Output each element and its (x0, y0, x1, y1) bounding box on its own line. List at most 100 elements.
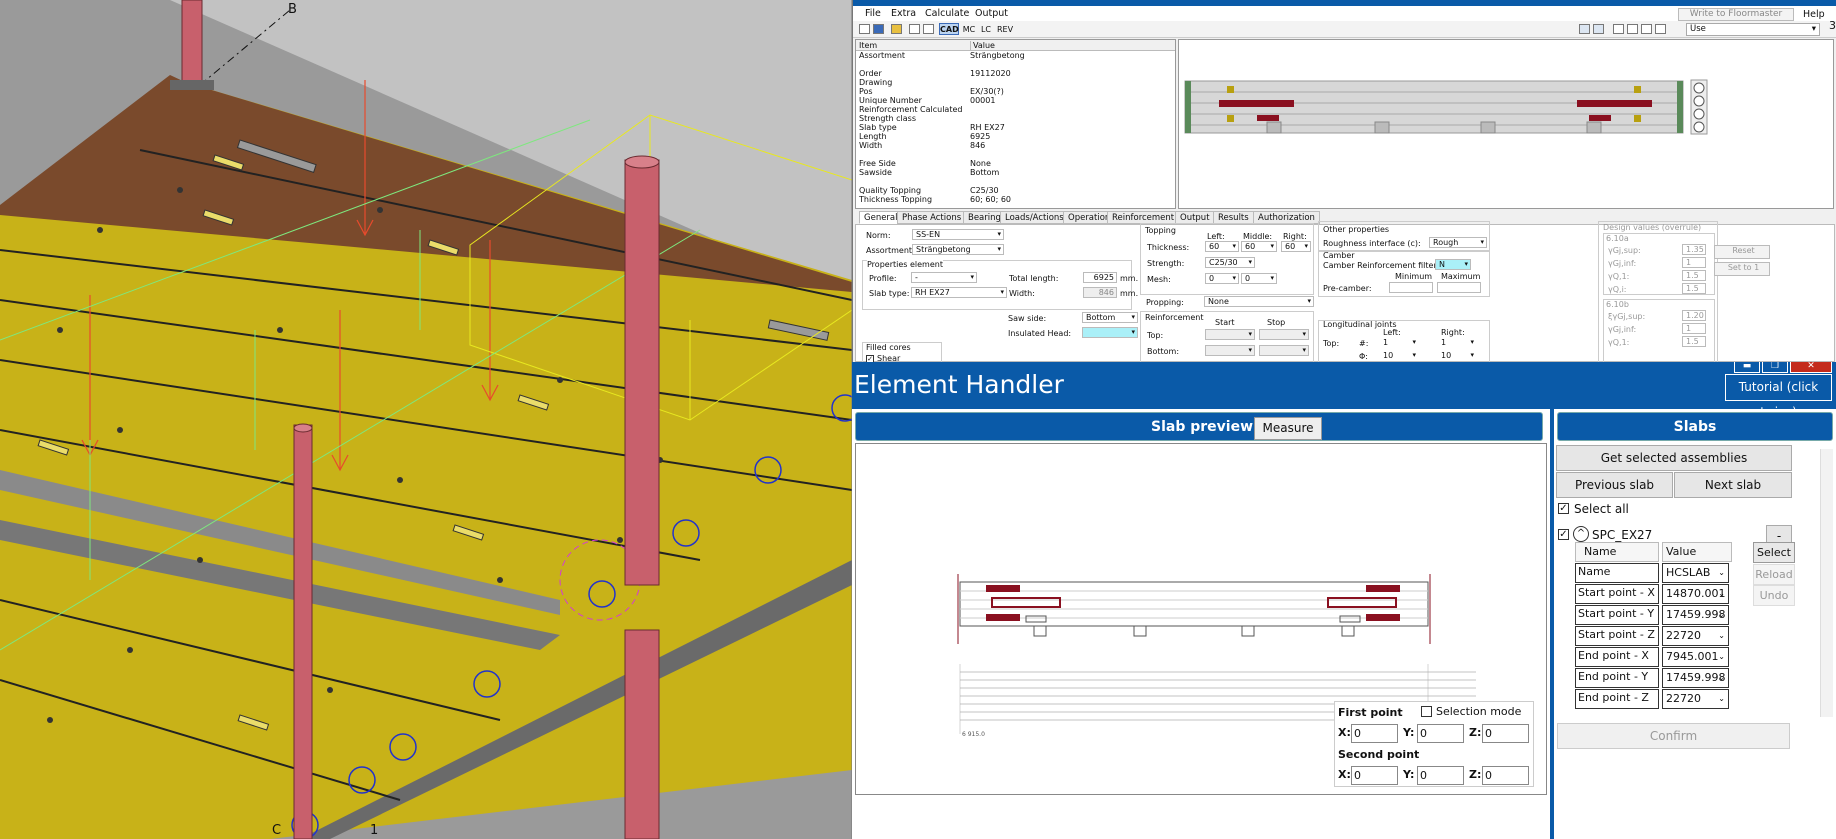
property-row[interactable]: Slab type RH EX27 (856, 123, 1175, 132)
slab-top-preview[interactable] (1178, 39, 1834, 209)
grid-value-select[interactable]: 22720 ⌄ (1662, 626, 1729, 646)
use-select[interactable]: Use ▾ (1686, 23, 1820, 36)
property-row[interactable]: Assortment Strängbetong (856, 51, 1175, 60)
reinf-bottom-start[interactable]: ▾ (1205, 345, 1255, 356)
select-all-checkbox[interactable]: ✓ (1558, 503, 1569, 514)
group-checkbox[interactable]: ✓ (1558, 529, 1569, 540)
confirm-button[interactable]: Confirm (1557, 723, 1790, 749)
grid-value-select[interactable]: 17459.998 ⌄ (1662, 668, 1729, 688)
tab-loads-actions[interactable]: Loads/Actions (1000, 211, 1069, 224)
reinf-bottom-stop[interactable]: ▾ (1259, 345, 1309, 356)
total-length-field[interactable]: 6925 (1083, 272, 1117, 283)
first-point-z-input[interactable]: 0 (1482, 724, 1529, 743)
reinf-top-stop[interactable]: ▾ (1259, 329, 1309, 340)
menu-file[interactable]: File (865, 8, 881, 19)
menu-extra[interactable]: Extra (891, 8, 916, 19)
property-row[interactable]: Sawside Bottom (856, 168, 1175, 177)
second-point-x-input[interactable]: 0 (1351, 766, 1398, 785)
profile-select[interactable]: - ▾ (911, 272, 977, 283)
property-row[interactable]: Free Side None (856, 159, 1175, 168)
yq1-b-field[interactable]: 1.5 (1682, 336, 1706, 347)
property-row[interactable]: Width 846 (856, 141, 1175, 150)
property-row[interactable]: Reinforcement Calculated (856, 105, 1175, 114)
minimize-icon[interactable]: ▬ (1734, 362, 1760, 373)
next-slab-button[interactable]: Next slab (1674, 472, 1792, 498)
yq1-field[interactable]: 1.5 (1682, 270, 1706, 281)
write-to-floormaster-button[interactable]: Write to Floormaster (1678, 8, 1794, 21)
cad-mode-button[interactable]: CAD (939, 23, 959, 35)
view-icon-1[interactable] (1579, 24, 1590, 34)
property-row[interactable] (856, 177, 1175, 186)
grid-value-select[interactable]: HCSLAB ⌄ (1662, 563, 1729, 583)
property-row[interactable]: Unique Number 00001 (856, 96, 1175, 105)
slab-type-select[interactable]: RH EX27 ▾ (911, 287, 1007, 298)
rev-mode-button[interactable]: REV (995, 23, 1015, 35)
eygjsup-field[interactable]: 1.20 (1682, 310, 1706, 321)
insulated-head-select[interactable]: ▾ (1082, 327, 1138, 338)
frame-icon[interactable] (1641, 24, 1652, 34)
reload-button[interactable]: Reload (1753, 564, 1795, 585)
get-selected-assemblies-button[interactable]: Get selected assemblies (1556, 445, 1792, 471)
propping-select[interactable]: None ▾ (1204, 296, 1314, 307)
slab-drawing-canvas[interactable]: 6 915.0 First point Selection mode X: 0 … (855, 443, 1547, 795)
view-icon-2[interactable] (1593, 24, 1604, 34)
cad-viewport[interactable]: B C 1 (0, 0, 852, 839)
undo-button[interactable]: Undo (1753, 585, 1795, 606)
measure-button[interactable]: Measure (1254, 417, 1322, 440)
property-row[interactable]: Length 6925 (856, 132, 1175, 141)
grid-value-select[interactable]: 7945.001 ⌄ (1662, 647, 1729, 667)
previous-slab-button[interactable]: Previous slab (1556, 472, 1673, 498)
new-icon[interactable] (909, 24, 920, 34)
warning-icon[interactable] (1613, 24, 1624, 34)
tutorial-button[interactable]: Tutorial (click twice) (1725, 374, 1832, 419)
lj-phi-right[interactable]: 10 ▾ (1437, 350, 1477, 361)
menu-output[interactable]: Output (975, 8, 1008, 19)
slabs-scrollbar[interactable] (1820, 449, 1833, 717)
saw-side-select[interactable]: Bottom ▾ (1082, 312, 1138, 323)
first-point-x-input[interactable]: 0 (1351, 724, 1398, 743)
ygjinf-b-field[interactable]: 1 (1682, 323, 1706, 334)
lj-top-left[interactable]: 1 ▾ (1379, 337, 1419, 348)
copy-icon[interactable] (923, 24, 934, 34)
property-row[interactable]: Order 19112020 (856, 69, 1175, 78)
maximize-icon[interactable]: ❐ (1762, 362, 1788, 373)
tab-phase-actions[interactable]: Phase Actions (897, 211, 967, 224)
ygjsup-field[interactable]: 1.35 (1682, 244, 1706, 255)
close-icon[interactable]: ✕ (1790, 362, 1832, 373)
list-icon[interactable] (1655, 24, 1666, 34)
second-point-z-input[interactable]: 0 (1482, 766, 1529, 785)
strength-select[interactable]: C25/30 ▾ (1205, 257, 1255, 268)
set-to-1-button[interactable]: Set to 1 (1714, 262, 1770, 276)
lj-phi-left[interactable]: 10 ▾ (1379, 350, 1419, 361)
ygjinf-field[interactable]: 1 (1682, 257, 1706, 268)
reset-button[interactable]: Reset (1714, 245, 1770, 259)
property-row[interactable]: Strength class (856, 114, 1175, 123)
camber-filter-select[interactable]: N ▾ (1435, 259, 1471, 270)
property-row[interactable]: Thickness Topping 60; 60; 60 (856, 195, 1175, 204)
shear-checkbox[interactable]: ✓ (866, 355, 874, 362)
mesh-select-a[interactable]: 0 ▾ (1205, 273, 1239, 284)
pre-camber-min[interactable] (1389, 282, 1433, 293)
grid-icon[interactable] (1627, 24, 1638, 34)
norm-select[interactable]: SS-EN ▾ (912, 229, 1004, 240)
tab-general[interactable]: General (859, 211, 903, 224)
property-row[interactable]: Drawing (856, 78, 1175, 87)
assortment-select[interactable]: Strängbetong ▾ (912, 244, 1004, 255)
save-icon[interactable] (873, 24, 884, 34)
pre-camber-max[interactable] (1437, 282, 1481, 293)
property-row[interactable]: Quality Topping C25/30 (856, 186, 1175, 195)
menu-help[interactable]: Help (1803, 9, 1825, 20)
reinf-top-start[interactable]: ▾ (1205, 329, 1255, 340)
property-row[interactable] (856, 150, 1175, 159)
grid-value-select[interactable]: 22720 ⌄ (1662, 689, 1729, 709)
thickness-right[interactable]: 60 ▾ (1281, 241, 1311, 252)
selection-mode-checkbox[interactable] (1421, 706, 1432, 717)
open-icon[interactable] (859, 24, 870, 34)
property-row[interactable] (856, 60, 1175, 69)
thickness-left[interactable]: 60 ▾ (1205, 241, 1239, 252)
grid-value-select[interactable]: 17459.998 ⌄ (1662, 605, 1729, 625)
key-icon[interactable] (891, 24, 902, 34)
first-point-y-input[interactable]: 0 (1417, 724, 1464, 743)
mc-mode-button[interactable]: MC (961, 23, 977, 35)
lc-mode-button[interactable]: LC (979, 23, 993, 35)
